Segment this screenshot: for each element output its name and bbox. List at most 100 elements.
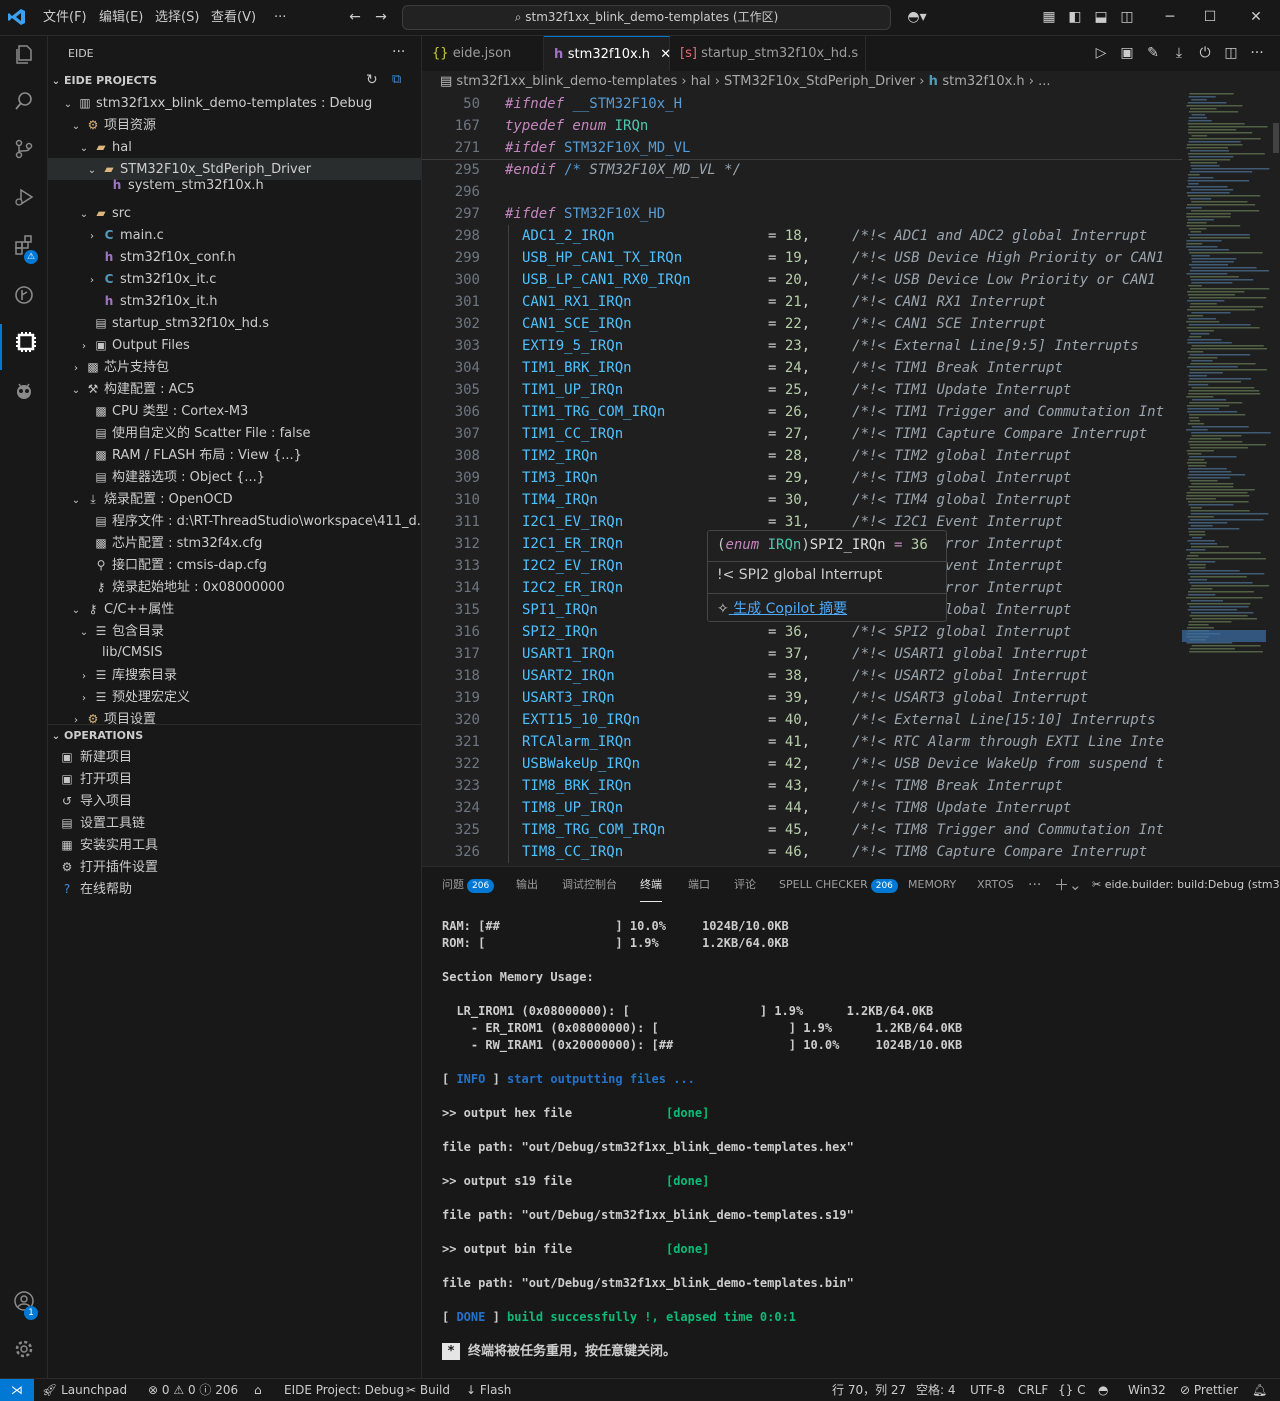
tree-item[interactable]: ▤ 程序文件 : d:\RT-ThreadStudio\workspace\411…	[48, 510, 421, 532]
panel-tab[interactable]: 问题 206	[442, 867, 495, 903]
operation-item[interactable]: ▣ 新建项目	[48, 746, 421, 768]
refresh-icon[interactable]: ↻	[366, 72, 378, 88]
back-arrow-icon[interactable]: ←	[342, 0, 368, 35]
run-icon[interactable]: ▷	[1088, 36, 1114, 71]
tree-item[interactable]: ▩ RAM / FLASH 布局 : View {...}	[48, 444, 421, 466]
breadcrumb-item[interactable]: STM32F10x_StdPeriph_Driver	[724, 74, 915, 89]
more-actions-icon[interactable]: ···	[1244, 36, 1270, 71]
close-window-icon[interactable]: ✕	[1236, 0, 1276, 35]
chevron-down-icon[interactable]: ⌄	[76, 204, 92, 224]
chevron-right-icon[interactable]: ›	[76, 336, 92, 356]
more-actions-icon[interactable]: ···	[392, 44, 405, 60]
terminal-task-name[interactable]: ✂ eide.builder: build:Debug (stm32f1	[1092, 867, 1280, 903]
home-icon[interactable]: ⌂	[254, 1379, 262, 1401]
toggle-sidebar-icon[interactable]: ◧	[1062, 0, 1088, 35]
switch-project-icon[interactable]: ⧉	[392, 72, 401, 87]
platform[interactable]: Win32	[1128, 1379, 1166, 1401]
terminal[interactable]: RAM: [## ] 10.0% 1024B/10.0KB ROM: [ ] 1.…	[422, 902, 1280, 1378]
chevron-right-icon[interactable]: ›	[84, 270, 100, 290]
copilot-summary-link[interactable]: ✧ 生成 Copilot 摘要	[717, 598, 847, 618]
menu-selection[interactable]: 选择(S)	[155, 0, 199, 35]
tab-startup-s[interactable]: [s] startup_stm32f10x_hd.s	[670, 36, 866, 71]
copilot-status-icon[interactable]: ◓	[1098, 1379, 1108, 1401]
notifications-bell-icon[interactable]: 🔔︎	[1252, 1379, 1267, 1401]
tree-item[interactable]: ⌄ ☰ 包含目录	[48, 620, 421, 642]
robot-icon[interactable]	[0, 372, 47, 418]
command-center-search[interactable]: ⌕ stm32f1xx_blink_demo-templates (工作区)	[402, 5, 891, 30]
tree-item[interactable]: ▤ startup_stm32f10x_hd.s	[48, 312, 421, 334]
panel-tab[interactable]: 终端	[640, 867, 662, 902]
tab-eide-json[interactable]: {} eide.json	[422, 36, 544, 71]
tree-item[interactable]: ⌄ ⚒ 构建配置 : AC5	[48, 378, 421, 400]
menu-edit[interactable]: 编辑(E)	[99, 0, 143, 35]
tree-item[interactable]: › Cmain.c	[48, 224, 421, 246]
copilot-icon[interactable]: ◓▾	[902, 0, 932, 35]
build-icon[interactable]: ▣	[1114, 36, 1140, 71]
run-debug-icon[interactable]	[0, 178, 47, 224]
tree-item[interactable]: ▩ 芯片配置 : stm32f4x.cfg	[48, 532, 421, 554]
tree-item[interactable]: › ☰ 预处理宏定义	[48, 686, 421, 708]
line-ending[interactable]: CRLF	[1018, 1379, 1048, 1401]
chevron-right-icon[interactable]: ›	[76, 688, 92, 708]
menu-file[interactable]: 文件(F)	[43, 0, 87, 35]
breadcrumb-item[interactable]: stm32f1xx_blink_demo-templates	[456, 74, 677, 89]
clean-icon[interactable]: ✎	[1140, 36, 1166, 71]
panel-tab[interactable]: MEMORY	[908, 867, 956, 903]
cursor-position[interactable]: 行 70，列 27	[832, 1379, 906, 1401]
tree-item[interactable]: ⌄ ▰ hal	[48, 136, 421, 158]
tree-item[interactable]: ⌄ ⚷ C/C++属性	[48, 598, 421, 620]
editor-scrollbar[interactable]	[1272, 93, 1280, 866]
tree-item[interactable]: ▤ 构建器选项 : Object {...}	[48, 466, 421, 488]
breadcrumb-item[interactable]: hal	[691, 74, 711, 89]
panel-tab[interactable]: 评论	[734, 867, 756, 903]
eide-chip-icon[interactable]	[0, 324, 49, 370]
tree-item[interactable]: h system_stm32f10x.h	[48, 174, 421, 196]
chevron-right-icon[interactable]: ›	[68, 358, 84, 378]
tree-item[interactable]: lib/CMSIS	[48, 642, 421, 664]
operation-item[interactable]: ⚙ 打开插件设置	[48, 856, 421, 878]
tab-stm32f10x-h[interactable]: h stm32f10x.h ✕	[544, 36, 671, 71]
chevron-down-icon[interactable]: ⌄	[68, 490, 84, 510]
encoding[interactable]: UTF-8	[970, 1379, 1005, 1401]
operation-item[interactable]: ↺ 导入项目	[48, 790, 421, 812]
explorer-icon[interactable]	[0, 36, 47, 82]
layout-customize-icon[interactable]: ▦	[1036, 0, 1062, 35]
forward-arrow-icon[interactable]: →	[368, 0, 394, 35]
breadcrumb-item[interactable]: ...	[1038, 74, 1050, 89]
code-editor[interactable]: 50 #ifndef __STM32F10x_H 167 typedef enum I…	[422, 93, 1182, 866]
maximize-icon[interactable]: ☐	[1190, 0, 1230, 35]
language-mode[interactable]: {} C	[1058, 1379, 1085, 1401]
tree-item[interactable]: ⌄ ⚙ 项目资源	[48, 114, 421, 136]
tree-item[interactable]: h stm32f10x_conf.h	[48, 246, 421, 268]
panel-tab[interactable]: 端口	[688, 867, 710, 903]
panel-tab[interactable]: 调试控制台	[562, 867, 617, 903]
tree-item[interactable]: ⚲ 接口配置 : cmsis-dap.cfg	[48, 554, 421, 576]
split-editor-icon[interactable]: ◫	[1218, 36, 1244, 71]
download-icon[interactable]: ⤓	[1166, 36, 1192, 71]
tree-item[interactable]: ⌄ ⤓ 烧录配置 : OpenOCD	[48, 488, 421, 510]
tree-item[interactable]: › ☰ 库搜索目录	[48, 664, 421, 686]
tree-item[interactable]: › Cstm32f10x_it.c	[48, 268, 421, 290]
chevron-down-icon[interactable]: ⌄	[76, 622, 92, 642]
breadcrumb-item[interactable]: stm32f10x.h	[942, 74, 1024, 89]
minimap[interactable]	[1182, 93, 1272, 866]
scrollbar-thumb[interactable]	[1273, 123, 1279, 153]
minimize-icon[interactable]: ─	[1150, 0, 1190, 35]
tree-item[interactable]: h stm32f10x_it.h	[48, 290, 421, 312]
problems-item[interactable]: ⊗ 0 ⚠ 0 ⓘ 206	[148, 1379, 238, 1401]
more-actions-icon[interactable]: ···	[1028, 867, 1041, 903]
chevron-right-icon[interactable]: ›	[76, 666, 92, 686]
search-icon[interactable]	[0, 82, 47, 128]
source-control-icon[interactable]	[0, 130, 47, 176]
chevron-down-icon[interactable]: ⌄	[76, 138, 92, 158]
chevron-down-icon[interactable]: ⌄	[68, 600, 84, 620]
operations-header[interactable]: ⌄ OPERATIONS	[48, 725, 421, 747]
extensions-icon[interactable]: ⚠	[0, 226, 47, 272]
tree-item[interactable]: ⌄ ▥ stm32f1xx_blink_demo-templates : Debug	[48, 92, 421, 114]
tree-item[interactable]: › ▩ 芯片支持包	[48, 356, 421, 378]
plug-icon[interactable]: ⏻	[1192, 36, 1218, 71]
git-graph-icon[interactable]	[0, 276, 47, 322]
tree-item[interactable]: › ▣ Output Files	[48, 334, 421, 356]
operation-item[interactable]: ? 在线帮助	[48, 878, 421, 900]
panel-tab[interactable]: SPELL CHECKER 206	[779, 867, 898, 903]
